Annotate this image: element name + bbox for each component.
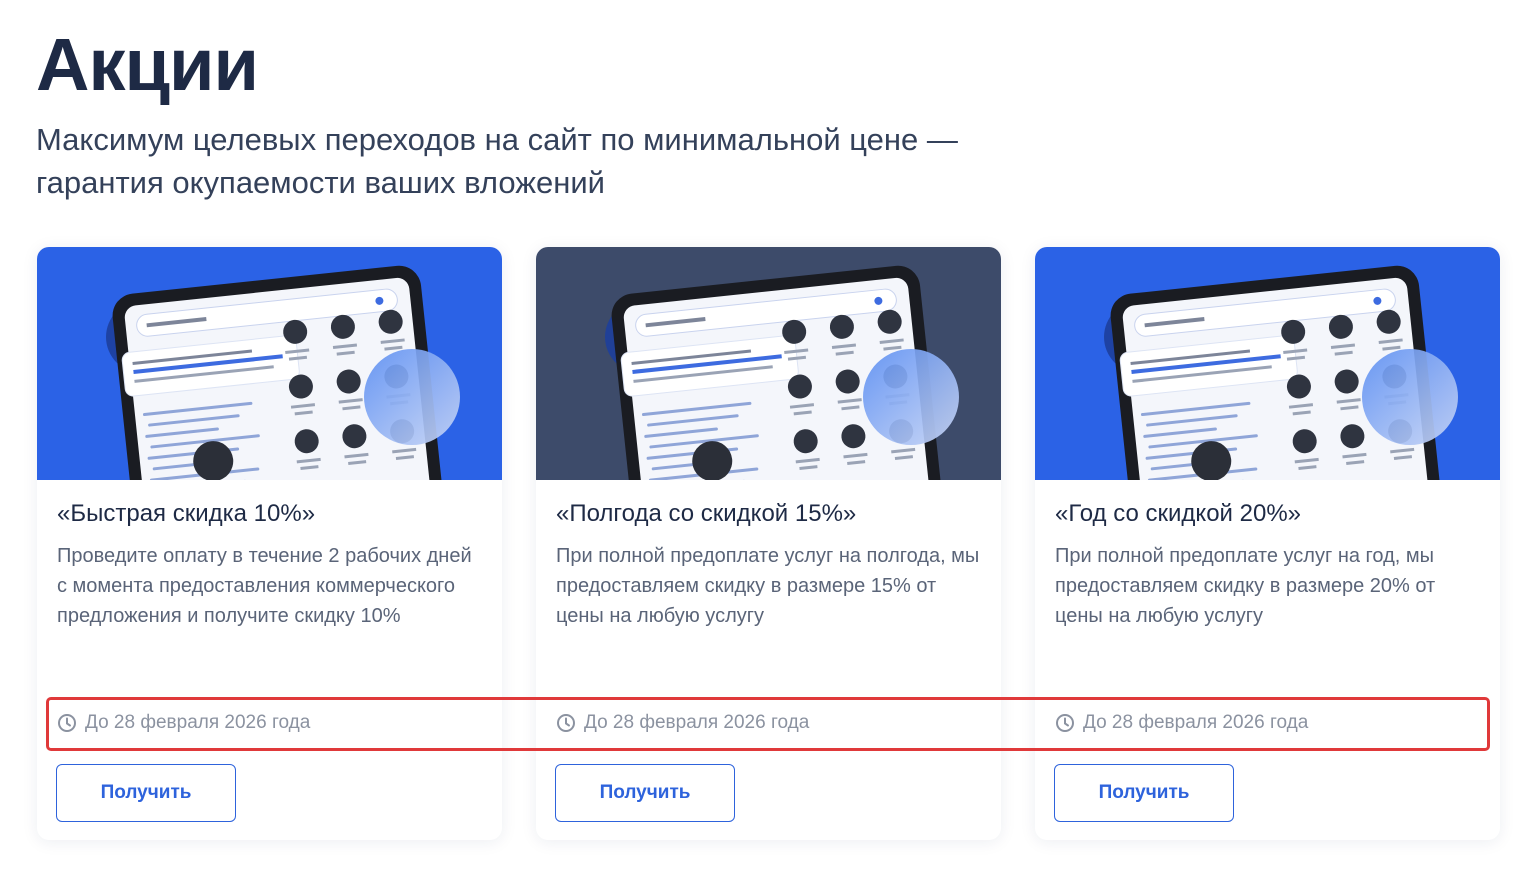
deadline-text: До 28 февраля 2026 года [1083,712,1309,733]
promo-card-3: «Год со скидкой 20%» При полной предопла… [1035,247,1500,840]
page-title: Акции [36,23,259,106]
promo-title: «Быстрая скидка 10%» [57,500,316,527]
promo-image [1035,247,1500,480]
deadline-text: До 28 февраля 2026 года [85,712,311,733]
promo-title: «Год со скидкой 20%» [1055,500,1301,527]
clock-icon [557,714,575,732]
get-button[interactable]: Получить [56,764,236,822]
deadline-text: До 28 февраля 2026 года [584,712,810,733]
promo-deadline: До 28 февраля 2026 года [556,712,809,734]
promo-deadline: До 28 февраля 2026 года [57,712,310,734]
promo-deadline: До 28 февраля 2026 года [1055,712,1308,734]
promo-description: Проведите оплату в течение 2 рабочих дне… [57,545,472,627]
promo-description: При полной предоплате услуг на год, мы п… [1055,545,1436,627]
promo-image [37,247,502,480]
promo-cards: «Быстрая скидка 10%» Проведите оплату в … [37,247,1500,840]
promo-description: При полной предоплате услуг на полгода, … [556,545,980,627]
promo-card-2: «Полгода со скидкой 15%» При полной пред… [536,247,1001,840]
promo-title: «Полгода со скидкой 15%» [556,500,857,527]
promo-card-1: «Быстрая скидка 10%» Проведите оплату в … [37,247,502,840]
clock-icon [1056,714,1074,732]
page-subtitle: Максимум целевых переходов на сайт по ми… [36,122,958,200]
clock-icon [58,714,76,732]
promo-image [536,247,1001,480]
get-button[interactable]: Получить [555,764,735,822]
get-button[interactable]: Получить [1054,764,1234,822]
